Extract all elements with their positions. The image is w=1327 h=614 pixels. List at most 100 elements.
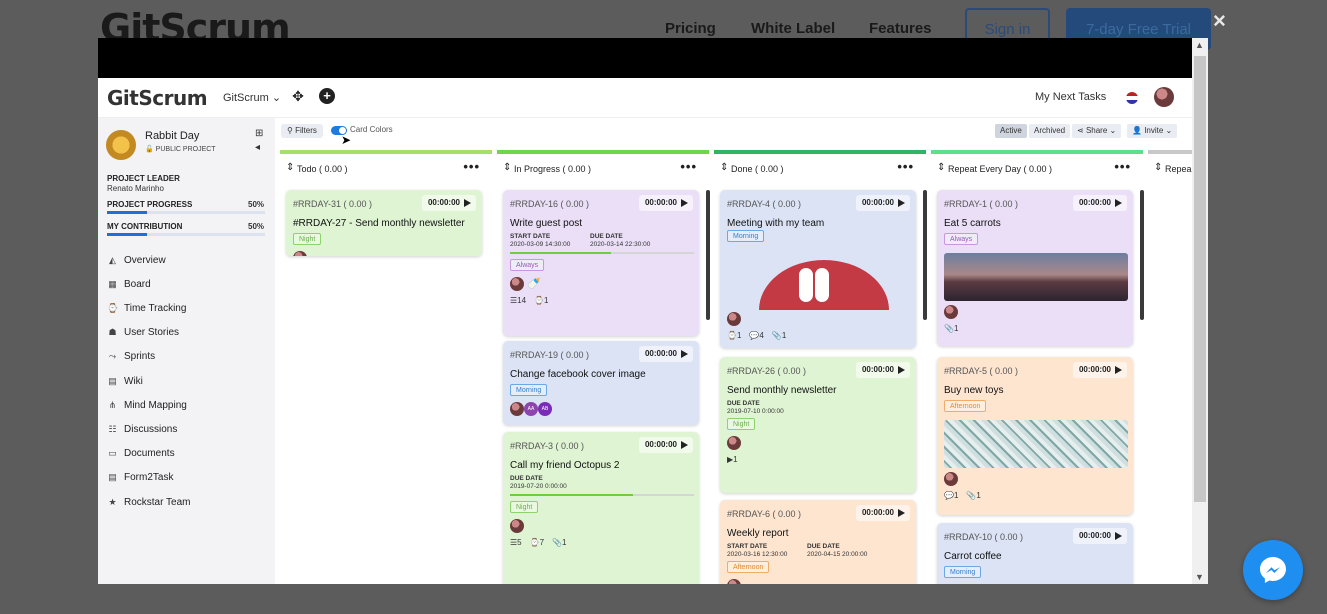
card-timer-button[interactable]: 00:00:00 (1072, 362, 1127, 378)
share-button[interactable]: ⋖ Share ⌄ (1072, 124, 1122, 138)
task-card[interactable]: #RRDAY-6 ( 0.00 ) 00:00:00 Weekly report ST… (720, 500, 916, 584)
card-tag[interactable]: Night (727, 418, 756, 430)
assignee-avatar[interactable] (510, 277, 524, 291)
sidebar-item-documents[interactable]: ▭ Documents (107, 447, 174, 461)
language-flag-icon[interactable] (1126, 92, 1138, 104)
task-card[interactable]: #RRDAY-26 ( 0.00 ) 00:00:00 Send monthly n… (720, 357, 916, 493)
card-timer-button[interactable]: 00:00:00 (638, 195, 693, 211)
task-card[interactable]: #RRDAY-19 ( 0.00 ) 00:00:00 Change faceboo… (503, 341, 699, 425)
column-header[interactable]: ⇕ Repeat Every Day ( 0.00 ) ••• (931, 159, 1143, 176)
assignee-avatar[interactable]: AA (524, 402, 538, 416)
my-next-tasks-link[interactable]: My Next Tasks (1035, 91, 1106, 103)
project-name[interactable]: Rabbit Day (145, 130, 199, 142)
assignee-avatar[interactable] (727, 579, 741, 584)
sidebar-item-wiki[interactable]: ▤ Wiki (107, 374, 143, 388)
card-timer-button[interactable]: 00:00:00 (1072, 195, 1127, 211)
card-timer-button[interactable]: 00:00:00 (421, 195, 476, 211)
filters-button[interactable]: ⚲ Filters (281, 124, 323, 138)
task-card[interactable]: #RRDAY-3 ( 0.00 ) 00:00:00 Call my friend … (503, 432, 699, 584)
sidebar-item-rockstar-team[interactable]: ★ Rockstar Team (107, 495, 190, 509)
my-contribution-value: 50% (248, 222, 265, 231)
assignee-avatar[interactable] (727, 436, 741, 450)
card-timer-button[interactable]: 00:00:00 (638, 346, 693, 362)
sidebar-item-user-stories[interactable]: ☗ User Stories (107, 326, 179, 340)
nav-link-white-label[interactable]: White Label (751, 20, 835, 37)
reorder-icon[interactable]: ⇕ (720, 162, 728, 173)
expand-icon[interactable]: ⊞ (255, 128, 263, 139)
card-tag[interactable]: Night (510, 501, 539, 513)
task-card[interactable]: #RRDAY-5 ( 0.00 ) 00:00:00 Buy new toys Aft… (937, 357, 1133, 515)
reorder-icon[interactable]: ⇕ (1154, 162, 1162, 173)
card-tag[interactable]: Always (944, 233, 979, 245)
reorder-icon[interactable]: ⇕ (503, 162, 511, 173)
task-card[interactable]: #RRDAY-31 ( 0.00 ) 00:00:00 #RRDAY-27 - Se… (286, 190, 482, 256)
sidebar-item-time-tracking[interactable]: ⌚ Time Tracking (107, 301, 186, 315)
task-card[interactable]: #RRDAY-4 ( 0.00 ) 00:00:00 Meeting with my… (720, 190, 916, 348)
card-timer-button[interactable]: 00:00:00 (855, 505, 910, 521)
modal-scrollbar[interactable]: ▲ ▼ (1192, 38, 1208, 584)
card-tag[interactable]: Morning (510, 384, 548, 396)
add-icon[interactable]: + (319, 88, 335, 104)
card-meta-item: ☰5 (510, 538, 522, 547)
task-card[interactable]: #RRDAY-16 ( 0.00 ) 00:00:00 Write guest po… (503, 190, 699, 336)
assignee-avatar[interactable] (944, 472, 958, 486)
card-timer-button[interactable]: 00:00:00 (638, 437, 693, 453)
workspace-select[interactable]: GitScrum ⌄ (223, 91, 281, 104)
card-tag[interactable]: Night (293, 233, 322, 245)
column-menu-icon[interactable]: ••• (680, 159, 697, 174)
active-filter-button[interactable]: Active (995, 124, 1027, 138)
column-header[interactable]: ⇕ Todo ( 0.00 ) ••• (280, 159, 492, 176)
column-scrollbar[interactable] (923, 190, 927, 320)
invite-button[interactable]: 👤 Invite ⌄ (1127, 124, 1178, 138)
column-header[interactable]: ⇕ Done ( 0.00 ) ••• (714, 159, 926, 176)
reorder-icon[interactable]: ⇕ (937, 162, 945, 173)
nav-link-features[interactable]: Features (869, 20, 932, 37)
column-header[interactable]: ⇕ Repea (1148, 162, 1192, 176)
card-timer-button[interactable]: 00:00:00 (855, 195, 910, 211)
sidebar-item-form2task[interactable]: ▤ Form2Task (107, 471, 173, 485)
card-tag[interactable]: Morning (944, 566, 982, 578)
task-card[interactable]: #RRDAY-1 ( 0.00 ) 00:00:00 Eat 5 carrots Al… (937, 190, 1133, 346)
messenger-chat-button[interactable] (1243, 540, 1303, 600)
assignee-avatar[interactable] (293, 251, 307, 256)
card-colors-label: Card Colors (350, 125, 393, 134)
assignee-avatar[interactable] (727, 312, 741, 326)
column-menu-icon[interactable]: ••• (897, 159, 914, 174)
sidebar-item-discussions[interactable]: ☷ Discussions (107, 422, 177, 436)
sidebar-item-board[interactable]: ▦ Board (107, 277, 150, 291)
card-tag[interactable]: Afternoon (727, 561, 770, 573)
assignee-avatar[interactable] (944, 305, 958, 319)
column-color-bar (714, 150, 926, 154)
column-scrollbar[interactable] (1140, 190, 1144, 320)
column-menu-icon[interactable]: ••• (1114, 159, 1131, 174)
card-tag[interactable]: Afternoon (944, 400, 987, 412)
card-timer-button[interactable]: 00:00:00 (1072, 528, 1127, 544)
modal-close-icon[interactable]: × (1213, 8, 1226, 34)
nav-link-pricing[interactable]: Pricing (665, 20, 716, 37)
archived-filter-button[interactable]: Archived (1029, 124, 1071, 138)
scroll-down-icon[interactable]: ▼ (1195, 572, 1204, 582)
task-card[interactable]: #RRDAY-10 ( 0.00 ) 00:00:00 Carrot coffee M… (937, 523, 1133, 584)
assignee-avatar[interactable]: AB (538, 402, 552, 416)
card-tag[interactable]: Morning (727, 230, 765, 242)
column-menu-icon[interactable]: ••• (463, 159, 480, 174)
column-scrollbar[interactable] (706, 190, 710, 320)
sidebar-item-sprints[interactable]: ⤳ Sprints (107, 350, 155, 364)
collapse-sidebar-icon[interactable]: ◂ (255, 142, 260, 153)
assignee-avatar[interactable] (510, 402, 524, 416)
move-icon[interactable]: ✥ (290, 88, 306, 104)
card-meta: ⌚1 💬4 📎1 (727, 331, 786, 340)
sprints-icon: ⤳ (108, 351, 117, 362)
scrollbar-thumb[interactable] (1194, 56, 1206, 502)
user-avatar[interactable] (1154, 87, 1174, 107)
assignee-avatar[interactable] (510, 519, 524, 533)
card-timer-button[interactable]: 00:00:00 (855, 362, 910, 378)
sidebar-item-overview[interactable]: ◭ Overview (107, 253, 166, 267)
sidebar-item-mind-mapping[interactable]: ⋔ Mind Mapping (107, 398, 187, 412)
app-logo[interactable]: GitScrum (107, 86, 208, 110)
reorder-icon[interactable]: ⇕ (286, 162, 294, 173)
card-tag[interactable]: Always (510, 259, 545, 271)
bottle-icon: 🍼 (527, 278, 541, 290)
column-header[interactable]: ⇕ In Progress ( 0.00 ) ••• (497, 159, 709, 176)
scroll-up-icon[interactable]: ▲ (1195, 40, 1204, 50)
